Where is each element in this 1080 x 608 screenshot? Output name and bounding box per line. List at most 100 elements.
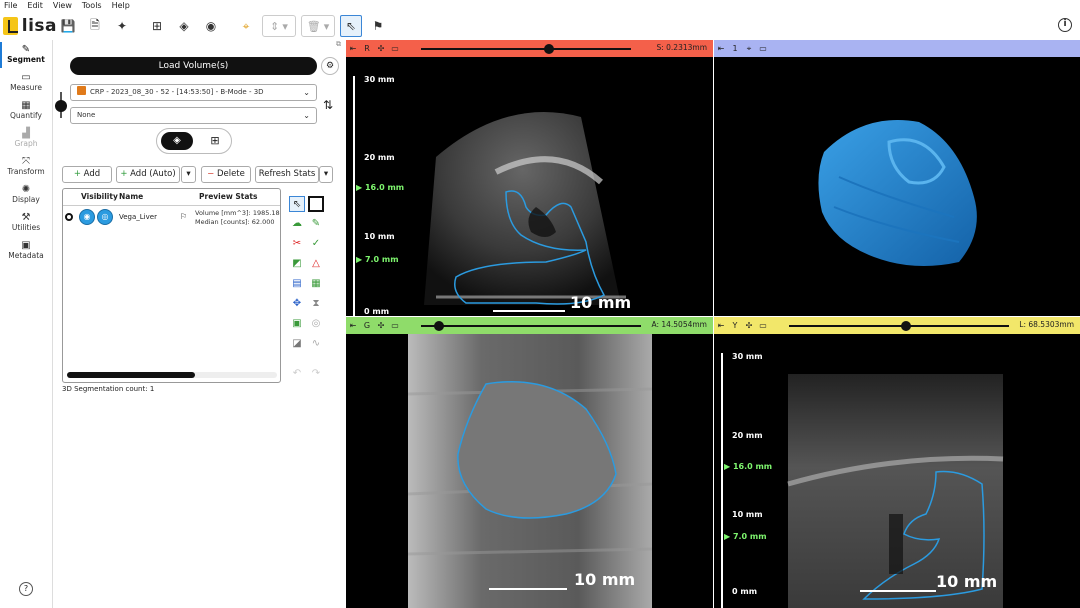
magic-wand-icon[interactable]: ✦	[111, 15, 133, 37]
red-slider-knob[interactable]	[544, 44, 555, 54]
rail-item-measure[interactable]: ▭ Measure	[0, 68, 52, 96]
slices-icon[interactable]: ▤	[289, 276, 305, 292]
add-options-dropdown[interactable]: ▾	[181, 166, 196, 183]
green-slice-slider[interactable]	[421, 325, 641, 327]
undock-icon[interactable]: ⧉	[336, 40, 341, 49]
active-radio[interactable]	[65, 213, 73, 221]
save-icon[interactable]: 💾	[57, 15, 79, 37]
wave-icon[interactable]: ∿	[308, 336, 324, 352]
outline-visibility-icon[interactable]: ◎	[97, 209, 113, 225]
segment-name[interactable]: Vega_Liver	[119, 213, 157, 221]
maximize-icon[interactable]: ▭	[756, 44, 770, 53]
pin-icon[interactable]: ⇤	[346, 321, 360, 330]
pin-icon[interactable]: ⇤	[346, 44, 360, 53]
maximize-icon[interactable]: ▭	[388, 321, 402, 330]
menu-tools[interactable]: Tools	[82, 0, 102, 12]
maximize-icon[interactable]: ▭	[756, 321, 770, 330]
save-as-icon[interactable]: 🗎	[84, 15, 106, 37]
flag-icon[interactable]: ⚑	[367, 15, 389, 37]
brush-icon[interactable]: ✎	[308, 216, 324, 232]
menu-edit[interactable]: Edit	[27, 0, 43, 12]
rail-item-display[interactable]: ✺ Display	[0, 180, 52, 208]
opacity-slider[interactable]	[55, 92, 67, 118]
fill-icon[interactable]: ◩	[289, 256, 305, 272]
green-view[interactable]: ⇤ G ✣ ▭ A: 14.5054mm 10 mm	[346, 317, 713, 608]
trash-dropdown[interactable]: 🗑 ▾	[301, 15, 335, 37]
menu-view[interactable]: View	[53, 0, 72, 12]
header-name: Name	[119, 192, 144, 201]
yellow-view-toolbar: ⇤ Y ✣ ▭ L: 68.5303mm	[714, 317, 1080, 334]
pin-icon[interactable]: ⇤	[714, 44, 728, 53]
eye-icon[interactable]: ◉	[79, 209, 95, 225]
crosshair-mode-icon[interactable]: ⌖	[235, 15, 257, 37]
rail-item-transform[interactable]: ⤧ Transform	[0, 152, 52, 180]
horizontal-scrollbar[interactable]	[67, 372, 277, 378]
link-icon[interactable]: ✣	[374, 321, 388, 330]
module-rail: ✎ Segment ▭ Measure ▦ Quantify ▟ Graph ⤧ Tran…	[0, 40, 53, 608]
undo-icon[interactable]: ↶	[289, 366, 305, 382]
rail-item-segment[interactable]: ✎ Segment	[0, 40, 52, 68]
rail-item-metadata[interactable]: ▣ Metadata	[0, 236, 52, 264]
layout-grid-icon[interactable]: ⊞	[146, 15, 168, 37]
link-icon[interactable]: ✣	[374, 44, 388, 53]
center-icon[interactable]: ⌖	[742, 44, 756, 54]
hourglass-icon[interactable]: ⧗	[308, 296, 324, 312]
maximize-icon[interactable]: ▭	[388, 44, 402, 53]
3d-view[interactable]: ⇤ 1 ⌖ ▭	[714, 40, 1080, 316]
menu-help[interactable]: Help	[112, 0, 130, 12]
pencil-icon: ✎	[21, 44, 31, 55]
menu-file[interactable]: File	[4, 0, 17, 12]
table-row[interactable]: ◉ ◎ Vega_Liver ⚐ Volume [mm^3]: 1985.185…	[63, 207, 280, 229]
add-button[interactable]: + Add	[62, 166, 112, 183]
load-volumes-button[interactable]: Load Volume(s)	[70, 57, 317, 75]
segment-stats: Volume [mm^3]: 1985.185 Median [counts]:…	[195, 209, 280, 227]
header-divider	[63, 205, 280, 206]
transform-icon: ⤧	[22, 156, 30, 167]
green-slider-knob[interactable]	[433, 321, 444, 331]
secondary-volume-select[interactable]: None ⌄	[70, 107, 317, 124]
metadata-icon: ▣	[21, 240, 31, 251]
select-tool-icon[interactable]: ⇖	[289, 196, 305, 212]
swap-icon[interactable]: ⇅	[323, 98, 333, 112]
settings-sliders-icon[interactable]: ⚙	[321, 57, 339, 75]
yellow-slider-knob[interactable]	[900, 321, 911, 331]
redo-icon[interactable]: ↷	[308, 366, 324, 382]
refresh-options-dropdown[interactable]: ▾	[319, 166, 333, 183]
yellow-view[interactable]: ⇤ Y ✣ ▭ L: 68.5303mm 30 mm 20 mm ▶ 16.0 …	[714, 317, 1080, 608]
link-icon[interactable]: ✣	[742, 321, 756, 330]
box-tool-icon[interactable]	[308, 196, 324, 212]
add-auto-button[interactable]: + Add (Auto)	[116, 166, 180, 183]
yellow-slice-slider[interactable]	[789, 325, 1009, 327]
flag-icon[interactable]: ⚐	[180, 212, 187, 221]
islands-icon[interactable]: ▣	[289, 316, 305, 332]
info-icon[interactable]: i	[1058, 18, 1072, 32]
rail-item-utilities[interactable]: ⚒ Utilities	[0, 208, 52, 236]
pointer-tool-button[interactable]: ⇖	[340, 15, 362, 37]
volume-select[interactable]: CRP - 2023_08_30 - 52 - [14:53:50] - B-M…	[70, 84, 317, 101]
red-slice-slider[interactable]	[421, 48, 631, 50]
threshold-icon[interactable]: △	[308, 256, 324, 272]
move-icon[interactable]: ✥	[289, 296, 305, 312]
palette-icon[interactable]: ◈	[173, 15, 195, 37]
pin-dropdown[interactable]: ⇕ ▾	[262, 15, 296, 37]
grid-tool-icon[interactable]: ▦	[308, 276, 324, 292]
refresh-stats-button[interactable]: Refresh Stats	[255, 166, 319, 183]
pin-icon[interactable]: ⇤	[714, 321, 728, 330]
grid-icon[interactable]: ⊞	[201, 132, 229, 150]
help-icon[interactable]: ?	[19, 582, 33, 596]
red-view[interactable]: ⇤ R ✣ ▭ S: 0.2313mm 30 mm 20 mm ▶ 16.0 m…	[346, 40, 713, 316]
smooth-icon[interactable]: ◪	[289, 336, 305, 352]
layers-icon[interactable]: ◈	[161, 132, 193, 150]
ruler-7mm: ▶ 7.0 mm	[356, 255, 399, 264]
camera-icon[interactable]: ◉	[200, 15, 222, 37]
ruler-0mm: 0 mm	[732, 587, 758, 596]
lasso-icon[interactable]: ☁	[289, 216, 305, 232]
segmentation-table: Visibility Name Preview Stats ◉ ◎ Vega_L…	[62, 188, 281, 383]
rail-item-quantify[interactable]: ▦ Quantify	[0, 96, 52, 124]
target-icon[interactable]: ◎	[308, 316, 324, 332]
scissors-icon[interactable]: ✂	[289, 236, 305, 252]
rail-item-graph[interactable]: ▟ Graph	[0, 124, 52, 152]
delete-button[interactable]: − Delete	[201, 166, 251, 183]
draw-icon[interactable]: ✓	[308, 236, 324, 252]
3d-view-toolbar: ⇤ 1 ⌖ ▭	[714, 40, 1080, 57]
